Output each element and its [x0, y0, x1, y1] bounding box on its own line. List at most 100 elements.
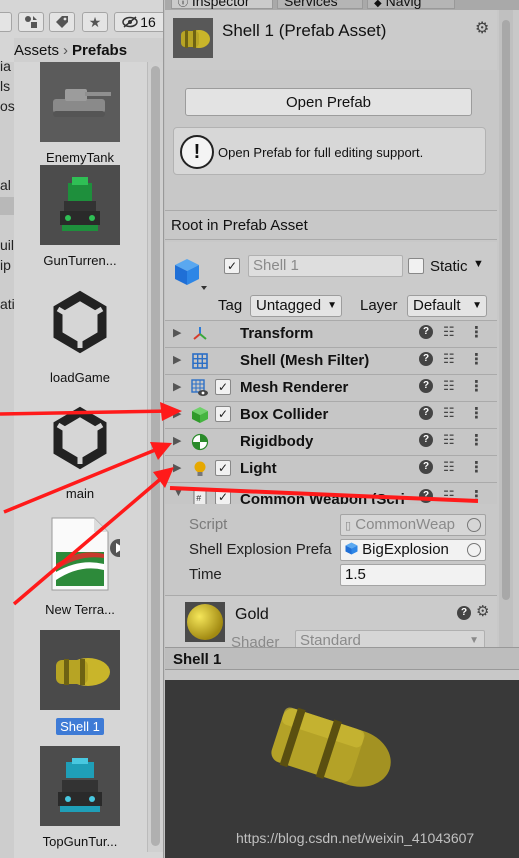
asset-name: New Terra...	[45, 602, 115, 617]
asset-tile[interactable]: New Terra...	[34, 514, 126, 617]
folder-tree-item[interactable]: ls	[0, 78, 10, 94]
folder-tree-item[interactable]: al	[0, 177, 11, 193]
foldout-arrow-icon[interactable]: ▶	[173, 353, 181, 366]
component-enabled-checkbox[interactable]: ✓	[215, 406, 231, 422]
component-enabled-checkbox[interactable]: ✓	[215, 379, 231, 395]
asset-tile[interactable]: main	[34, 398, 126, 501]
preset-sliders-icon[interactable]: ☷	[443, 488, 455, 504]
breadcrumb-prefabs[interactable]: Prefabs	[72, 42, 127, 59]
favorites-button[interactable]: ★	[82, 12, 108, 32]
static-label: Static	[430, 258, 468, 275]
foldout-arrow-icon[interactable]: ▶	[173, 326, 181, 339]
component-mesh-renderer[interactable]: ▶ ✓ Mesh Renderer ? ☷ ⋮	[165, 374, 497, 401]
preset-sliders-icon[interactable]: ☷	[443, 351, 455, 367]
tab-inspector-label: Inspector	[191, 0, 250, 9]
open-prefab-button[interactable]: Open Prefab	[185, 88, 472, 116]
layer-label: Layer	[360, 297, 398, 314]
foldout-arrow-icon[interactable]: ▶	[173, 407, 181, 420]
asset-tile-selected[interactable]: Shell 1	[34, 630, 126, 735]
preset-sliders-icon[interactable]: ☷	[443, 378, 455, 394]
component-mesh-filter[interactable]: ▶ Shell (Mesh Filter) ? ☷ ⋮	[165, 347, 497, 374]
material-section: Gold ? ⚙ Shader Standard ▼	[165, 595, 497, 655]
gameobject-cube-icon[interactable]	[173, 256, 213, 296]
breadcrumb-assets[interactable]: Assets	[14, 42, 59, 59]
foldout-open-arrow-icon[interactable]: ▼	[173, 487, 184, 499]
foldout-arrow-icon[interactable]: ▶	[173, 461, 181, 474]
prefab-cube-icon	[345, 542, 358, 555]
tab-navigation[interactable]: ◆ Navig	[367, 0, 455, 9]
preset-sliders-icon[interactable]: ☷	[443, 432, 455, 448]
component-common-weapon[interactable]: ▼ # ✓ Common Weapon (Scri ? ☷ ⋮	[165, 482, 497, 504]
component-transform[interactable]: ▶ Transform ? ☷ ⋮	[165, 320, 497, 347]
folder-tree-item[interactable]: ati	[0, 296, 15, 312]
kebab-menu-icon[interactable]: ⋮	[469, 487, 484, 504]
help-icon[interactable]: ?	[419, 460, 433, 474]
gear-icon[interactable]: ⚙	[476, 602, 489, 620]
component-box-collider[interactable]: ▶ ✓ Box Collider ? ☷ ⋮	[165, 401, 497, 428]
hidden-packages-toggle[interactable]: 16	[114, 12, 163, 32]
project-scrollbar[interactable]	[147, 62, 163, 852]
shell-explosion-prefab-field[interactable]: BigExplosion	[340, 539, 486, 561]
tag-dropdown[interactable]: Untagged ▼	[250, 295, 342, 317]
preview-viewport[interactable]: https://blog.csdn.net/weixin_41043607	[165, 680, 519, 858]
preset-sliders-icon[interactable]: ☷	[443, 324, 455, 340]
kebab-menu-icon[interactable]: ⋮	[469, 458, 484, 476]
component-enabled-checkbox[interactable]: ✓	[215, 460, 231, 476]
preset-sliders-icon[interactable]: ☷	[443, 405, 455, 421]
help-icon[interactable]: ?	[419, 352, 433, 366]
asset-tile[interactable]: TopGunTur...	[34, 746, 126, 849]
component-enabled-checkbox[interactable]: ✓	[215, 489, 231, 504]
component-rigidbody[interactable]: ▶ Rigidbody ? ☷ ⋮	[165, 428, 497, 455]
search-field-stub[interactable]	[0, 12, 12, 32]
gameobject-name-field[interactable]: Shell 1	[248, 255, 403, 277]
foldout-arrow-icon[interactable]: ▶	[173, 434, 181, 447]
tab-services-label: Services	[284, 0, 338, 9]
tab-inspector[interactable]: ⓘ Inspector	[171, 0, 273, 9]
asset-tile[interactable]: loadGame	[34, 282, 126, 385]
preset-sliders-icon[interactable]: ☷	[443, 459, 455, 475]
inspector-scrollbar[interactable]	[499, 10, 513, 650]
kebab-menu-icon[interactable]: ⋮	[469, 350, 484, 368]
preview-header[interactable]: Shell 1	[165, 647, 519, 670]
kebab-menu-icon[interactable]: ⋮	[469, 431, 484, 449]
time-field[interactable]: 1.5	[340, 564, 486, 586]
asset-tile[interactable]: EnemyTank	[34, 62, 126, 165]
gear-icon[interactable]: ⚙	[475, 18, 489, 38]
svg-text:#: #	[196, 494, 202, 504]
folder-tree-item[interactable]: ip	[0, 257, 11, 273]
hidden-packages-count: 16	[140, 14, 156, 30]
editor-tab-bar: ⓘ Inspector Services ◆ Navig	[165, 0, 519, 10]
folder-tree-item[interactable]: uil	[0, 237, 14, 253]
foldout-arrow-icon[interactable]: ▶	[173, 380, 181, 393]
asset-tile[interactable]: GunTurren...	[34, 165, 126, 268]
tab-services[interactable]: Services	[277, 0, 363, 9]
component-name: Light	[240, 460, 277, 477]
time-field-label: Time	[189, 566, 222, 583]
kebab-menu-icon[interactable]: ⋮	[469, 377, 484, 395]
scrollbar-thumb[interactable]	[151, 66, 160, 846]
help-icon[interactable]: ?	[419, 406, 433, 420]
material-preview-icon	[185, 602, 225, 642]
rigidbody-icon	[191, 433, 209, 451]
mesh-renderer-icon	[191, 379, 208, 396]
object-picker-icon[interactable]	[467, 543, 481, 557]
component-light[interactable]: ▶ ✓ Light ? ☷ ⋮	[165, 455, 497, 482]
help-icon[interactable]: ?	[419, 379, 433, 393]
kebab-menu-icon[interactable]: ⋮	[469, 323, 484, 341]
info-icon: !	[180, 135, 214, 169]
folder-tree-item[interactable]: os	[0, 98, 15, 114]
help-icon[interactable]: ?	[457, 606, 471, 620]
layer-dropdown[interactable]: Default ▼	[407, 295, 487, 317]
chevron-down-icon[interactable]: ▼	[473, 258, 484, 270]
static-checkbox[interactable]	[408, 258, 424, 274]
filter-by-type-button[interactable]	[18, 12, 44, 32]
help-icon[interactable]: ?	[419, 433, 433, 447]
scrollbar-thumb[interactable]	[502, 20, 510, 600]
kebab-menu-icon[interactable]: ⋮	[469, 404, 484, 422]
folder-tree-item[interactable]: ia	[0, 58, 11, 74]
help-icon[interactable]: ?	[419, 325, 433, 339]
gameobject-active-checkbox[interactable]: ✓	[224, 258, 240, 274]
help-icon[interactable]: ?	[419, 489, 433, 503]
filter-by-label-button[interactable]	[49, 12, 75, 32]
inspector-header: Shell 1 (Prefab Asset) ⚙	[165, 10, 497, 70]
